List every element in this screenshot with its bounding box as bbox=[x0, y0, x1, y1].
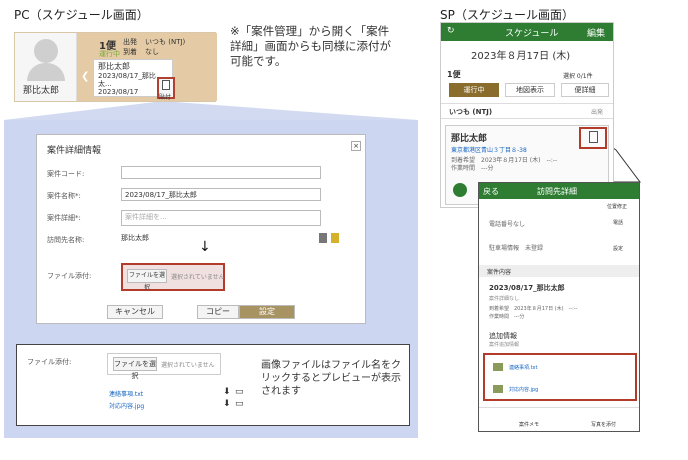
edit-button[interactable]: 編集 bbox=[587, 26, 605, 39]
folder-icon[interactable] bbox=[331, 233, 339, 243]
sp-visit-detail: 戻る 訪問先詳細 位置修正 電話番号なし 電話 駐車場情報 未登録 設定 案件内… bbox=[478, 182, 640, 432]
image-icon bbox=[493, 385, 503, 393]
detail-label: 案件詳細*: bbox=[47, 214, 81, 222]
sp-header: ↻ スケジュール 編集 bbox=[441, 23, 613, 41]
phone-none: 電話番号なし bbox=[489, 221, 526, 228]
file-label: ファイル添付: bbox=[47, 272, 92, 280]
name-input[interactable]: 2023/08/17_那比太郎 bbox=[121, 188, 321, 201]
tab-map[interactable]: 地図表示 bbox=[505, 83, 555, 97]
check-icon[interactable] bbox=[453, 183, 467, 197]
zoom-explanation: 画像ファイルはファイル名をクリックするとプレビューが表示されます bbox=[261, 360, 401, 397]
save-button[interactable]: 設定 bbox=[239, 305, 295, 319]
code-label: 案件コード: bbox=[47, 170, 85, 178]
cancel-button[interactable]: キャンセル bbox=[107, 305, 163, 319]
file-zoom-panel: ファイル添付: ファイルを選択 選択されていません 連絡事項.txt 対応内容.… bbox=[16, 344, 410, 426]
case-work: 作業時間 ---分 bbox=[489, 314, 525, 320]
detail-header: 戻る 訪問先詳細 bbox=[479, 183, 639, 199]
zoom-file2[interactable]: 対応内容.jpg bbox=[109, 401, 144, 410]
detail-input[interactable]: 案件詳細を... bbox=[121, 210, 321, 226]
tab-running[interactable]: 運行中 bbox=[449, 83, 499, 97]
sp-slot: 1便 bbox=[447, 70, 461, 79]
detail-title: 訪問先詳細 bbox=[537, 187, 577, 196]
sp-depart: いつも (NTJ) bbox=[449, 108, 493, 116]
arrow-down-icon: ↓ bbox=[199, 239, 211, 255]
trash-icon[interactable]: ▭ bbox=[235, 399, 244, 409]
choose-file-button[interactable]: ファイルを選択 bbox=[127, 269, 167, 291]
sp-file1[interactable]: 連絡事項.txt bbox=[509, 364, 537, 371]
sp-card-line2: 作業時間 ---分 bbox=[451, 165, 494, 172]
case-detail-modal: 案件詳細情報 × 案件コード: 案件名称*: 2023/08/17_那比太郎 案… bbox=[36, 134, 366, 324]
download-icon[interactable] bbox=[319, 233, 327, 243]
extra-info[interactable]: 追加情報 bbox=[489, 331, 517, 341]
visit-label: 訪問先名称: bbox=[47, 236, 85, 244]
sp-title: スケジュール bbox=[505, 29, 559, 39]
case-section: 案件内容 bbox=[487, 269, 512, 276]
copy-button[interactable]: コピー bbox=[197, 305, 239, 319]
photo-button[interactable]: 写真を添付 bbox=[591, 421, 616, 428]
case-sub: 案件詳細なし bbox=[489, 296, 520, 302]
image-icon bbox=[493, 363, 503, 371]
settings-button[interactable]: 設定 bbox=[613, 245, 623, 252]
no-file-text: 選択されていません bbox=[171, 274, 225, 281]
tab-convenient[interactable]: 便詳細 bbox=[561, 83, 609, 97]
zoom-file1[interactable]: 連絡事項.txt bbox=[109, 389, 143, 398]
close-icon[interactable]: × bbox=[351, 141, 361, 151]
memo-button[interactable]: 案件メモ bbox=[519, 421, 539, 428]
sp-date[interactable]: 2023年８月17日 (木) bbox=[471, 47, 570, 62]
phone-button[interactable]: 電話 bbox=[613, 219, 623, 226]
sp-depart-tag: 出発 bbox=[591, 109, 604, 116]
download-icon[interactable]: ⬇ bbox=[223, 399, 231, 409]
sp-phone-schedule: ↻ スケジュール 編集 2023年８月17日 (木) 1便 選択 0/1件 運行… bbox=[440, 22, 614, 208]
sp-card-name: 那比太郎 bbox=[451, 134, 488, 144]
sp-slot-count: 選択 0/1件 bbox=[563, 73, 593, 80]
extra-sub: 案件追加情報 bbox=[489, 342, 520, 348]
code-input[interactable] bbox=[121, 166, 321, 179]
trash-icon[interactable]: ▭ bbox=[235, 387, 244, 397]
refresh-icon[interactable]: ↻ bbox=[447, 26, 455, 36]
pos-label[interactable]: 位置修正 bbox=[607, 203, 627, 210]
parking-info: 駐車場情報 未登録 bbox=[489, 245, 544, 252]
name-label: 案件名称*: bbox=[47, 192, 81, 200]
files-highlight bbox=[483, 353, 637, 401]
case-name: 2023/08/17_那比太郎 bbox=[489, 284, 565, 292]
case-arrive: 到着希望 2023年８月17日 (木) --:-- bbox=[489, 306, 578, 312]
visit-value: 那比太郎 bbox=[121, 234, 149, 242]
zoom-no-file: 選択されていません bbox=[161, 362, 215, 369]
sp-file2[interactable]: 対応内容.jpg bbox=[509, 386, 538, 393]
zoom-file-label: ファイル添付: bbox=[27, 358, 72, 366]
document-icon[interactable] bbox=[589, 131, 598, 143]
download-icon[interactable]: ⬇ bbox=[223, 387, 231, 397]
back-button[interactable]: 戻る bbox=[483, 186, 499, 197]
zoom-choose-file-button[interactable]: ファイルを選択 bbox=[113, 357, 157, 380]
modal-title: 案件詳細情報 bbox=[47, 146, 102, 156]
sp-card-address[interactable]: 東京都港区青山３丁目８-38 bbox=[451, 145, 527, 154]
